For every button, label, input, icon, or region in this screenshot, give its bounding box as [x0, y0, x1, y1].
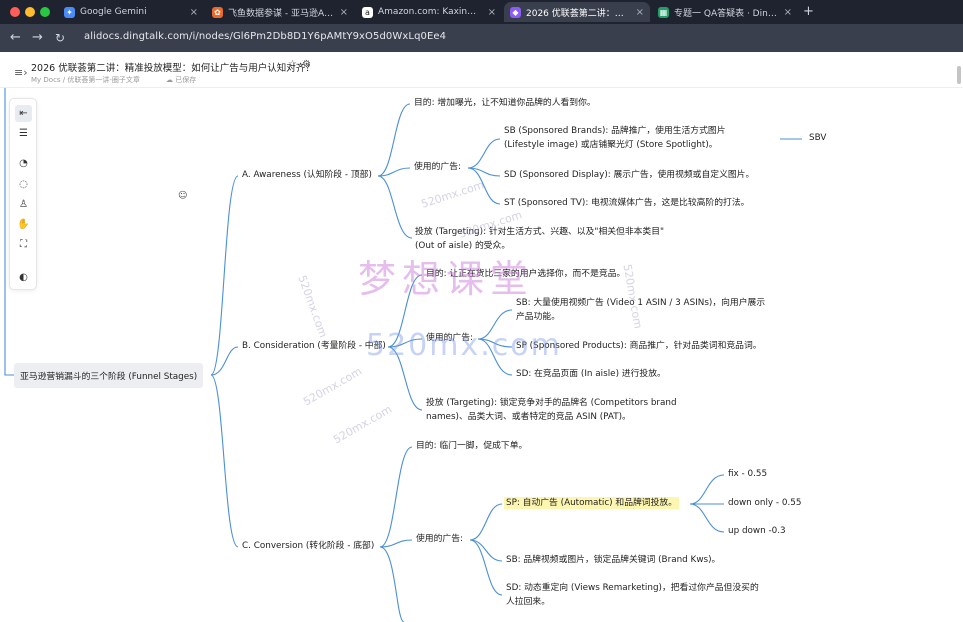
browser-tab[interactable]: ✿ 飞鱼数据参谋 - 亚马逊ABA数据 ×	[206, 2, 354, 22]
browser-tab-bar: ✦ Google Gemini × ✿ 飞鱼数据参谋 - 亚马逊ABA数据 × …	[0, 0, 963, 24]
conversion-goal-node[interactable]: 目的: 临门一脚，促成下单。	[416, 440, 527, 454]
gemini-icon: ✦	[64, 6, 75, 18]
forward-arrow-icon[interactable]: →	[32, 30, 43, 46]
amazon-icon: a	[362, 6, 373, 18]
stage-conversion-node[interactable]: C. Conversion (转化阶段 - 底部)	[242, 540, 374, 554]
stage-consideration-node[interactable]: B. Consideration (考量阶段 - 中部)	[242, 340, 386, 354]
close-tab-icon[interactable]: ×	[340, 7, 348, 18]
consideration-sd-node[interactable]: SD: 在竞品页面 (In aisle) 进行投放。	[516, 368, 666, 382]
awareness-sd-node[interactable]: SD (Sponsored Display): 展示广告，使用视频或自定义图片。	[504, 169, 754, 183]
stage-awareness-node[interactable]: A. Awareness (认知阶段 - 顶部)	[242, 169, 372, 183]
close-tab-icon[interactable]: ×	[488, 7, 496, 18]
awareness-sbv-node[interactable]: SBV	[809, 132, 826, 146]
address-bar: ← → ↻ alidocs.dingtalk.com/i/nodes/Gl6Pm…	[0, 24, 963, 52]
sp-child-node[interactable]: fix - 0.55	[728, 468, 767, 482]
back-arrow-icon[interactable]: ←	[10, 30, 21, 46]
browser-tab[interactable]: ✦ Google Gemini ×	[58, 2, 204, 22]
node-line: (Lifestyle image) 或店铺聚光灯 (Store Spotligh…	[504, 139, 718, 150]
star-icon[interactable]: ☆	[288, 59, 297, 70]
breadcrumb[interactable]: My Docs / 优联荟第一讲-圈子文章	[31, 75, 140, 85]
node-line: 产品功能。	[516, 311, 560, 322]
document-header: ≡› 2026 优联荟第二讲：精准投放模型：如何让广告与用户认知对齐？ ☆ ⚙ …	[0, 52, 963, 88]
awareness-goal-node[interactable]: 目的: 增加曝光，让不知道你品牌的人看到你。	[414, 97, 596, 111]
close-tab-icon[interactable]: ×	[190, 7, 198, 18]
watermark-domain: 520mx.com	[366, 328, 562, 363]
sp-child-node[interactable]: down only - 0.55	[728, 497, 802, 511]
tab-label: 飞鱼数据参谋 - 亚马逊ABA数据	[228, 8, 334, 19]
browser-tab[interactable]: a Amazon.com: Kaxinnil Women ×	[356, 2, 502, 22]
reload-icon[interactable]: ↻	[55, 30, 65, 46]
consideration-targeting-node[interactable]: 投放 (Targeting): 锁定竞争对手的品牌名 (Competitors …	[426, 397, 677, 424]
save-status: ☁ 已保存	[166, 76, 197, 84]
node-line: 投放 (Targeting): 锁定竞争对手的品牌名 (Competitors …	[426, 398, 677, 408]
node-line: 人拉回来。	[506, 596, 550, 607]
feiyu-icon: ✿	[212, 6, 223, 18]
conversion-sd-node[interactable]: SD: 动态重定向 (Views Remarketing)，把看过你产品但没买的…	[506, 582, 759, 609]
url-field[interactable]: alidocs.dingtalk.com/i/nodes/Gl6Pm2Db8D1…	[84, 31, 446, 42]
tab-label: Google Gemini	[80, 7, 147, 17]
consideration-sb-node[interactable]: SB: 大量使用视频广告 (Video 1 ASIN / 3 ASINs)，向用…	[516, 297, 765, 324]
sheet-icon: ▦	[658, 6, 669, 18]
outline-toggle-icon[interactable]: ≡›	[14, 66, 28, 79]
watermark-main: 梦想课堂	[358, 257, 535, 301]
close-window-button[interactable]	[10, 7, 20, 17]
awareness-ads-node[interactable]: 使用的广告:	[414, 161, 461, 175]
save-status-text: 已保存	[175, 76, 197, 84]
node-line: SB: 大量使用视频广告 (Video 1 ASIN / 3 ASINs)，向用…	[516, 298, 766, 308]
browser-tab[interactable]: ▦ 专题一 QA答疑表 · DingTalk Do ×	[652, 2, 798, 22]
sp-child-node[interactable]: up down -0.3	[728, 525, 786, 539]
highlighted-text: SP: 自动广告 (Automatic) 和品牌词投放。	[504, 497, 679, 509]
conversion-ads-node[interactable]: 使用的广告:	[416, 533, 463, 547]
close-tab-icon[interactable]: ×	[636, 7, 644, 18]
smile-cursor-icon: ☺	[178, 191, 188, 201]
browser-tab-active[interactable]: ◆ 2026 优联荟第二讲：精准投放 ×	[504, 2, 650, 22]
new-tab-button[interactable]: +	[803, 4, 814, 19]
node-line: SD: 动态重定向 (Views Remarketing)，把看过你产品但没买的	[506, 583, 759, 593]
node-line: SB (Sponsored Brands): 品牌推广，使用生活方式图片	[504, 126, 726, 136]
settings-icon[interactable]: ⚙	[302, 59, 311, 70]
tab-label: 专题一 QA答疑表 · DingTalk Do	[674, 8, 778, 19]
node-line: names)、品类大词、或者特定的竞品 ASIN (PAT)。	[426, 411, 631, 422]
awareness-st-node[interactable]: ST (Sponsored TV): 电视流媒体广告，这是比较高阶的打法。	[504, 197, 749, 211]
conversion-sb-node[interactable]: SB: 品牌视频或图片，锁定品牌关键词 (Brand Kws)。	[506, 554, 720, 568]
maximize-window-button[interactable]	[40, 7, 50, 17]
minimize-window-button[interactable]	[25, 7, 35, 17]
mindmap-root-node[interactable]: 亚马逊营销漏斗的三个阶段 (Funnel Stages)	[14, 363, 204, 388]
node-line: 投放 (Targeting): 针对生活方式、兴趣、以及"相关但非本类目"	[415, 227, 665, 237]
dingtalk-doc-icon: ◆	[510, 6, 521, 18]
document-title[interactable]: 2026 优联荟第二讲：精准投放模型：如何让广告与用户认知对齐？	[31, 60, 315, 74]
close-tab-icon[interactable]: ×	[784, 7, 792, 18]
awareness-sb-node[interactable]: SB (Sponsored Brands): 品牌推广，使用生活方式图片 (Li…	[504, 125, 726, 152]
scrollbar-thumb[interactable]	[957, 66, 961, 84]
conversion-sp-node[interactable]: SP: 自动广告 (Automatic) 和品牌词投放。	[504, 497, 679, 511]
tab-label: Amazon.com: Kaxinnil Women	[378, 7, 482, 17]
tab-label: 2026 优联荟第二讲：精准投放	[526, 8, 630, 19]
